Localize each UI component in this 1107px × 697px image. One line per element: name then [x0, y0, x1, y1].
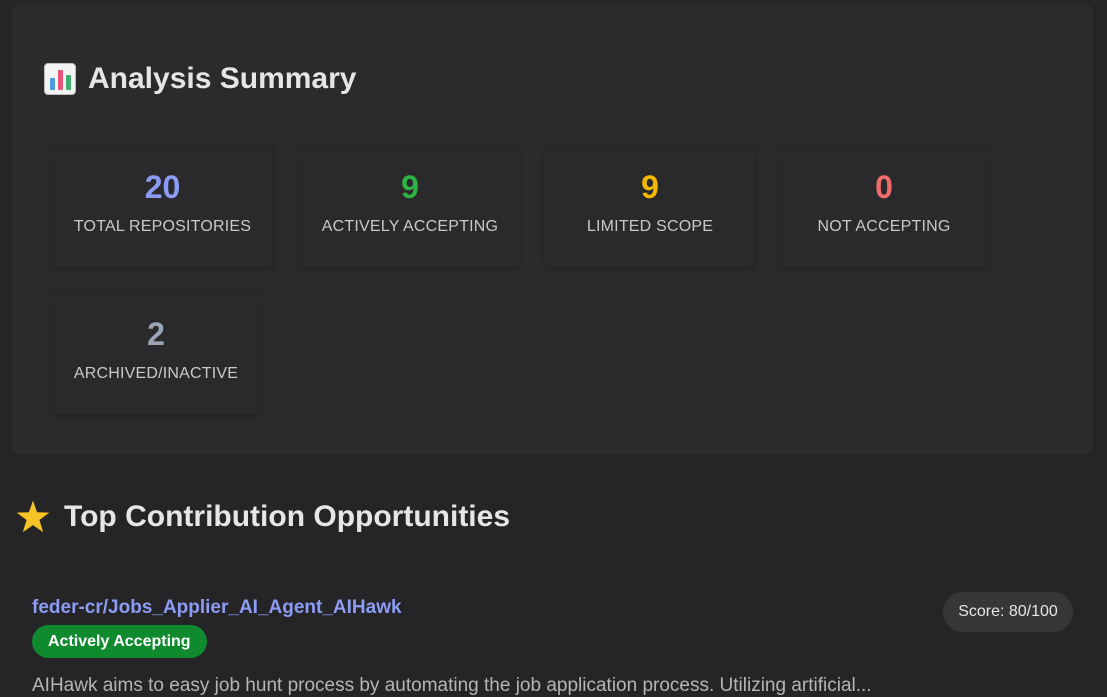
- stat-label: ARCHIVED/INACTIVE: [73, 365, 239, 382]
- analysis-summary-heading: Analysis Summary: [44, 62, 356, 96]
- stat-label: ACTIVELY ACCEPTING: [321, 218, 499, 235]
- stat-value: 9: [401, 169, 419, 205]
- score-badge: Score: 80/100: [943, 592, 1073, 632]
- stat-value: 9: [641, 169, 659, 205]
- repo-link[interactable]: feder-cr/Jobs_Applier_AI_Agent_AIHawk: [32, 597, 402, 619]
- top-opportunities-title: Top Contribution Opportunities: [64, 500, 511, 533]
- stat-label: NOT ACCEPTING: [817, 218, 951, 235]
- status-badge: Actively Accepting: [32, 625, 207, 658]
- star-icon: [16, 500, 50, 533]
- repo-description: AIHawk aims to easy job hunt process by …: [32, 675, 872, 696]
- stat-card-actively-accepting: 9 ACTIVELY ACCEPTING: [300, 145, 520, 267]
- stat-label: TOTAL REPOSITORIES: [73, 218, 252, 235]
- stat-card-limited-scope: 9 LIMITED SCOPE: [545, 145, 755, 267]
- stat-value: 0: [875, 169, 893, 205]
- stat-card-not-accepting: 0 NOT ACCEPTING: [780, 145, 988, 267]
- top-opportunities-heading: Top Contribution Opportunities: [16, 500, 510, 534]
- analysis-summary-title: Analysis Summary: [88, 62, 357, 95]
- bar-chart-icon: [44, 63, 76, 95]
- stat-card-archived: 2 ARCHIVED/INACTIVE: [52, 292, 260, 414]
- stat-label: LIMITED SCOPE: [586, 218, 714, 235]
- stat-value: 20: [144, 169, 181, 205]
- stat-card-total: 20 TOTAL REPOSITORIES: [52, 145, 273, 267]
- stat-value: 2: [147, 316, 165, 352]
